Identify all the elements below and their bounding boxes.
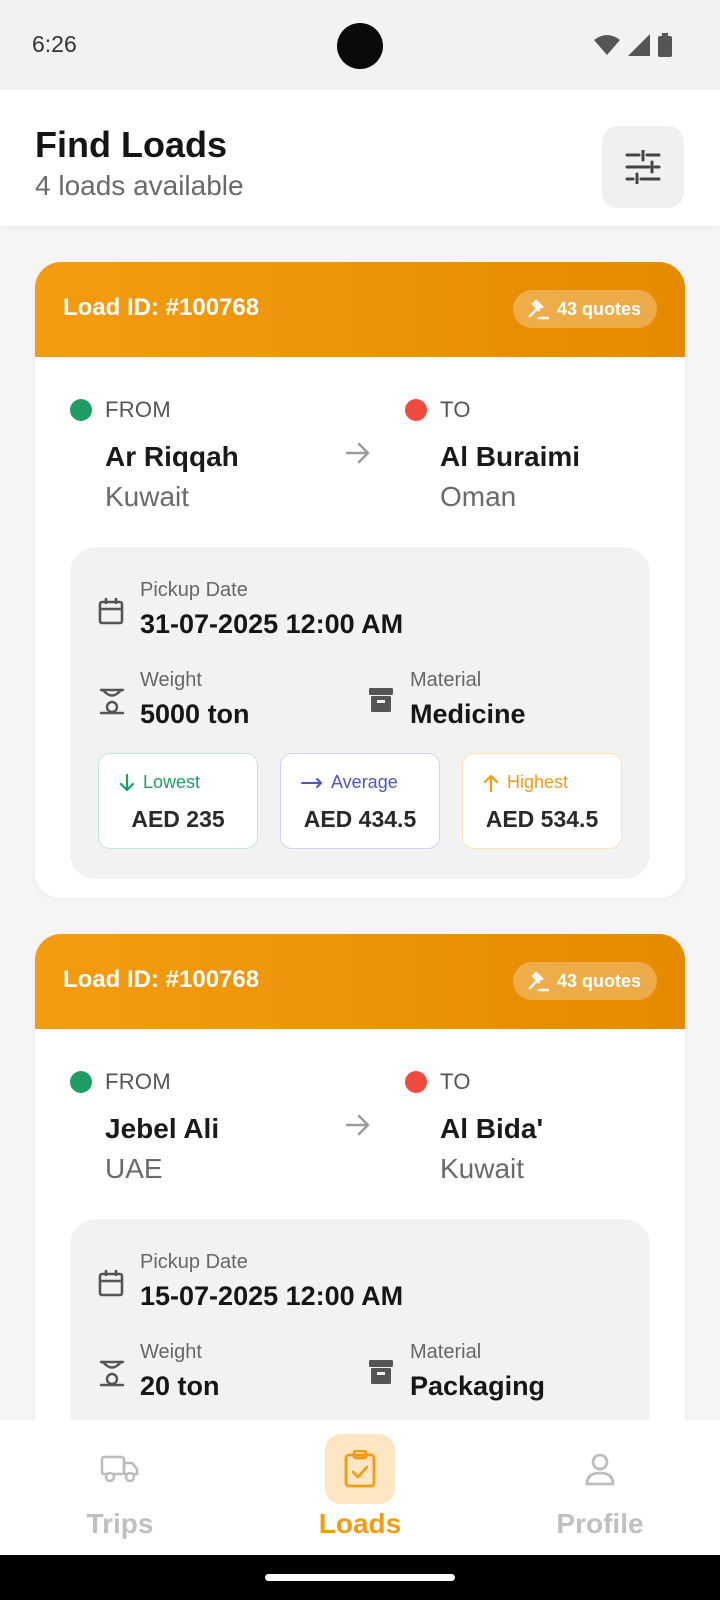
route-section: FROM Jebel Ali UAE TO Al Bida' Kuwait: [35, 1029, 685, 1219]
nav-label-profile: Profile: [556, 1508, 644, 1539]
load-card[interactable]: Load ID: #100768 43 quotes FROM Ar Riqqa…: [35, 262, 685, 898]
highest-quote-box: Highest AED 534.5: [462, 753, 622, 849]
destination-dot: [405, 399, 427, 421]
origin-country: Kuwait: [105, 481, 190, 512]
gesture-bar: [0, 1555, 720, 1600]
calendar-icon: [98, 598, 124, 625]
status-time: 6:26: [32, 31, 77, 57]
status-bar: 6:26: [0, 0, 720, 90]
scale-icon: [99, 1360, 125, 1387]
origin-dot: [70, 399, 92, 421]
origin-country: UAE: [105, 1153, 163, 1184]
archive-icon: [369, 688, 393, 712]
arrow-right-icon: [345, 442, 370, 464]
signal-icon: [628, 34, 650, 56]
home-indicator[interactable]: [265, 1574, 455, 1581]
user-icon: [585, 1453, 615, 1486]
load-card-header: Load ID: #100768 43 quotes: [35, 262, 685, 357]
page-title: Find Loads: [35, 124, 227, 165]
weight-label: Weight: [140, 1341, 202, 1363]
pickup-date: 15-07-2025 12:00 AM: [140, 1281, 404, 1311]
arrow-right-icon: [345, 1114, 370, 1136]
load-id: Load ID: #100768: [63, 294, 260, 321]
destination-country: Kuwait: [440, 1153, 525, 1184]
destination-city: Al Bida': [440, 1113, 544, 1144]
battery-icon: [658, 33, 672, 57]
quotes-count: 43 quotes: [556, 298, 641, 319]
pickup-date: 31-07-2025 12:00 AM: [140, 609, 404, 639]
loads-list[interactable]: Load ID: #100768 43 quotes FROM Ar Riqqa…: [0, 226, 720, 1420]
pickup-date-label: Pickup Date: [140, 1251, 248, 1273]
to-label: TO: [440, 1069, 471, 1094]
filter-button[interactable]: [602, 126, 684, 208]
material-value: Medicine: [410, 699, 526, 729]
nav-label-loads: Loads: [318, 1508, 402, 1539]
weight-value: 20 ton: [140, 1371, 220, 1401]
average-quote-box: Average AED 434.5: [280, 753, 440, 849]
nav-item-trips[interactable]: Trips: [20, 1420, 220, 1555]
arrow-down-icon: [119, 773, 135, 791]
quotes-badge: 43 quotes: [512, 290, 657, 328]
gavel-icon: [528, 971, 549, 992]
origin-city: Jebel Ali: [105, 1113, 220, 1144]
scale-icon: [99, 688, 125, 715]
highest-price: AED 534.5: [485, 806, 599, 832]
wifi-icon: [594, 35, 620, 55]
arrow-up-icon: [483, 774, 499, 792]
load-details: Pickup Date 15-07-2025 12:00 AM Weight 2…: [70, 1219, 650, 1420]
quotes-count: 43 quotes: [556, 970, 641, 991]
calendar-icon: [98, 1270, 124, 1297]
load-card-header: Load ID: #100768 43 quotes: [35, 934, 685, 1029]
bottom-nav: Trips Loads Profile: [0, 1420, 720, 1555]
from-label: FROM: [105, 1069, 171, 1094]
route-section: FROM Ar Riqqah Kuwait TO Al Buraimi Oman: [35, 357, 685, 547]
material-label: Material: [410, 1341, 482, 1363]
quotes-badge: 43 quotes: [512, 962, 657, 1000]
load-card[interactable]: Load ID: #100768 43 quotes FROM Jebel Al…: [35, 934, 685, 1420]
lowest-label: Lowest: [143, 772, 201, 792]
average-label: Average: [331, 772, 398, 792]
pickup-date-label: Pickup Date: [140, 579, 248, 601]
gavel-icon: [528, 299, 549, 320]
destination-country: Oman: [440, 481, 517, 512]
average-price: AED 434.5: [303, 806, 417, 832]
arrow-right-icon: [301, 777, 322, 788]
material-label: Material: [410, 669, 482, 691]
nav-item-profile[interactable]: Profile: [500, 1420, 700, 1555]
origin-dot: [70, 1071, 92, 1093]
truck-icon: [100, 1455, 139, 1483]
lowest-quote-box: Lowest AED 235: [98, 753, 258, 849]
to-label: TO: [440, 397, 471, 422]
camera-cutout: [337, 23, 383, 69]
status-icons: [594, 33, 672, 57]
nav-item-loads[interactable]: Loads: [260, 1420, 460, 1555]
destination-city: Al Buraimi: [440, 441, 581, 472]
load-details: Pickup Date 31-07-2025 12:00 AM Weight 5…: [70, 547, 650, 879]
origin-city: Ar Riqqah: [105, 441, 239, 472]
weight-label: Weight: [140, 669, 202, 691]
highest-label: Highest: [507, 772, 569, 792]
nav-label-trips: Trips: [86, 1508, 154, 1539]
weight-value: 5000 ton: [140, 699, 250, 729]
lowest-price: AED 235: [131, 806, 225, 832]
archive-icon: [369, 1360, 393, 1384]
load-id: Load ID: #100768: [63, 966, 260, 993]
from-label: FROM: [105, 397, 171, 422]
clipboard-check-icon: [344, 1450, 376, 1488]
loads-count: 4 loads available: [35, 170, 244, 201]
sliders-icon: [625, 150, 661, 184]
destination-dot: [405, 1071, 427, 1093]
page-header: Find Loads 4 loads available: [0, 90, 720, 226]
material-value: Packaging: [410, 1371, 546, 1401]
